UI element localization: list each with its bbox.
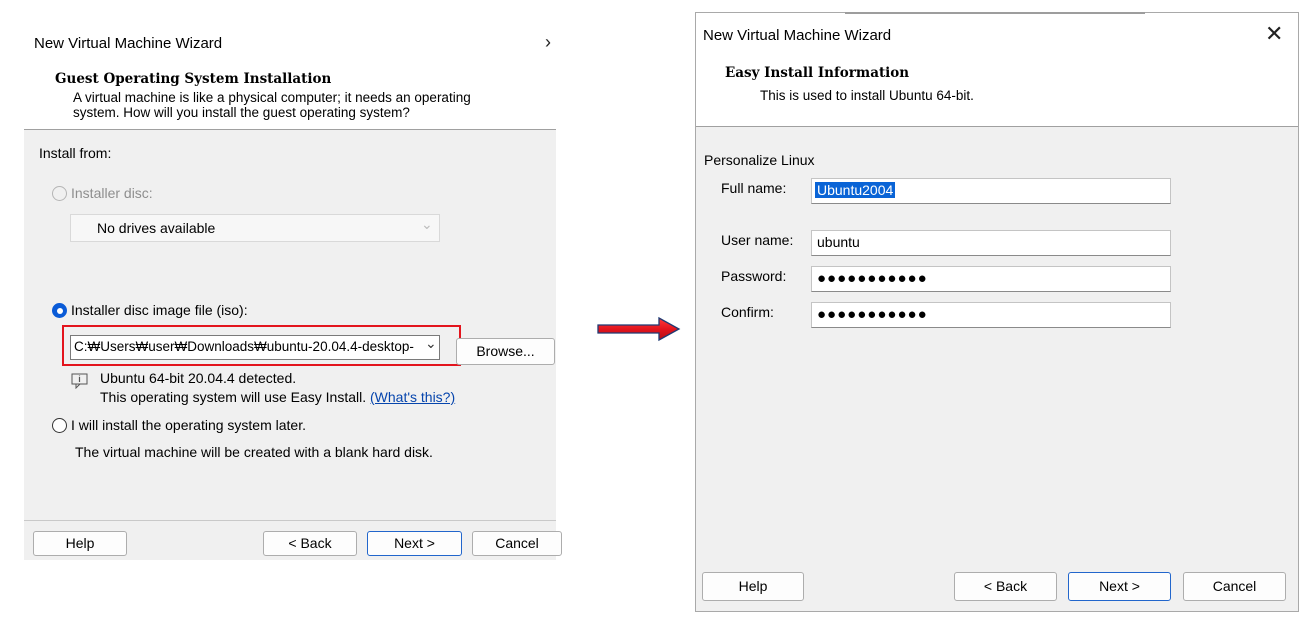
iso-path-combo[interactable]: C:₩Users₩user₩Downloads₩ubuntu-20.04.4-d… <box>70 335 440 360</box>
left-body: Install from: Installer disc: No drives … <box>24 130 556 520</box>
password-value: ●●●●●●●●●●● <box>817 270 928 287</box>
iso-radio[interactable] <box>52 303 67 318</box>
left-header-description-line1: A virtual machine is like a physical com… <box>73 90 471 105</box>
whats-this-link[interactable]: (What's this?) <box>370 389 455 405</box>
right-body: Personalize Linux Full name: Ubuntu2004 … <box>696 127 1298 563</box>
user-name-label: User name: <box>721 232 794 248</box>
left-footer: Help < Back Next > Cancel <box>24 521 562 560</box>
transition-arrow-icon <box>597 316 681 342</box>
installer-disc-label: Installer disc: <box>71 185 153 201</box>
personalize-linux-label: Personalize Linux <box>704 152 815 168</box>
next-button[interactable]: Next > <box>1068 572 1171 601</box>
left-window-title: New Virtual Machine Wizard <box>34 35 223 52</box>
user-name-value: ubuntu <box>817 234 860 250</box>
left-header: Guest Operating System Installation A vi… <box>24 68 556 126</box>
easy-install-note: This operating system will use Easy Inst… <box>100 389 455 405</box>
confirm-label: Confirm: <box>721 304 774 320</box>
chevron-down-icon: ⌄ <box>423 335 437 352</box>
install-later-radio[interactable] <box>52 418 67 433</box>
next-button[interactable]: Next > <box>367 531 462 556</box>
right-window-title: New Virtual Machine Wizard <box>703 27 892 44</box>
iso-path-value[interactable]: C:₩Users₩user₩Downloads₩ubuntu-20.04.4-d… <box>74 339 414 354</box>
install-later-description: The virtual machine will be created with… <box>75 444 433 460</box>
info-icon <box>71 373 88 389</box>
cancel-button[interactable]: Cancel <box>1183 572 1286 601</box>
user-name-field[interactable]: ubuntu <box>811 230 1171 256</box>
right-top-line <box>845 12 1145 14</box>
help-button[interactable]: Help <box>702 572 804 601</box>
right-header-title: Easy Install Information <box>725 65 910 81</box>
full-name-label: Full name: <box>721 180 787 196</box>
cancel-button[interactable]: Cancel <box>472 531 562 556</box>
help-button[interactable]: Help <box>33 531 127 556</box>
left-header-title: Guest Operating System Installation <box>55 71 332 87</box>
left-wizard-dialog: New Virtual Machine Wizard › Guest Opera… <box>24 18 562 560</box>
install-later-label: I will install the operating system late… <box>71 417 306 433</box>
close-icon[interactable]: ✕ <box>1265 21 1283 47</box>
back-button[interactable]: < Back <box>954 572 1057 601</box>
chevron-right-icon[interactable]: › <box>545 32 551 53</box>
detected-os-text: Ubuntu 64-bit 20.04.4 detected. <box>100 370 297 386</box>
right-wizard-dialog: New Virtual Machine Wizard ✕ Easy Instal… <box>695 12 1299 612</box>
left-header-description-line2: system. How will you install the guest o… <box>73 105 410 120</box>
confirm-field[interactable]: ●●●●●●●●●●● <box>811 302 1171 328</box>
left-header-description: A virtual machine is like a physical com… <box>73 90 543 120</box>
back-button[interactable]: < Back <box>263 531 357 556</box>
drive-combo[interactable]: No drives available ⌄ <box>70 214 440 242</box>
installer-disc-radio[interactable] <box>52 186 67 201</box>
install-from-label: Install from: <box>39 145 112 161</box>
drive-combo-value: No drives available <box>97 220 216 236</box>
right-header-description: This is used to install Ubuntu 64-bit. <box>760 88 974 103</box>
full-name-value: Ubuntu2004 <box>815 182 896 198</box>
password-field[interactable]: ●●●●●●●●●●● <box>811 266 1171 292</box>
right-footer: Help < Back Next > Cancel <box>696 563 1298 611</box>
browse-button[interactable]: Browse... <box>456 338 555 365</box>
easy-install-text: This operating system will use Easy Inst… <box>100 389 367 405</box>
iso-label: Installer disc image file (iso): <box>71 302 248 318</box>
full-name-field[interactable]: Ubuntu2004 <box>811 178 1171 204</box>
password-label: Password: <box>721 268 787 284</box>
confirm-value: ●●●●●●●●●●● <box>817 306 928 323</box>
chevron-down-icon: ⌄ <box>421 216 433 232</box>
